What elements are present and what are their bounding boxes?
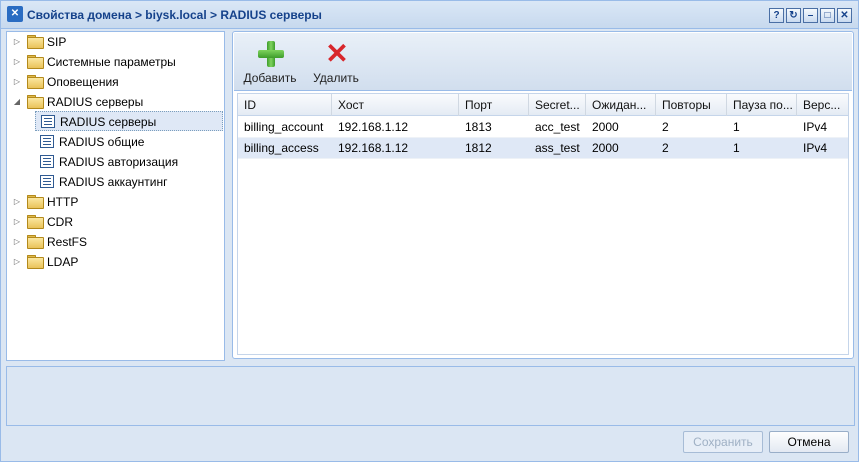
- folder-icon: [27, 75, 44, 89]
- expand-arrow-icon[interactable]: ▷: [11, 252, 23, 272]
- cell-port: 1813: [465, 120, 492, 134]
- tree-item-restfs[interactable]: ▷ RestFS: [11, 232, 221, 252]
- tree-item-label: RADIUS общие: [59, 135, 145, 149]
- cell-id: billing_access: [244, 141, 319, 155]
- tree-item-label: RADIUS аккаунтинг: [59, 175, 168, 189]
- column-header-port[interactable]: Порт: [459, 94, 529, 116]
- column-header-host[interactable]: Хост: [332, 94, 459, 116]
- expand-arrow-icon[interactable]: ▷: [11, 212, 23, 232]
- tree-item-label: RADIUS серверы: [47, 95, 144, 109]
- tree-item-http[interactable]: ▷ HTTP: [11, 192, 221, 212]
- cell-retries: 2: [662, 141, 669, 155]
- window-title: Свойства домена > biysk.local > RADIUS с…: [27, 8, 322, 22]
- cell-secret: acc_test: [535, 120, 580, 134]
- folder-icon: [27, 215, 44, 229]
- cell-retries: 2: [662, 120, 669, 134]
- save-button[interactable]: Сохранить: [683, 431, 763, 453]
- app-icon: ✕: [7, 6, 23, 22]
- expand-arrow-icon[interactable]: ▷: [11, 232, 23, 252]
- settings-page-icon: [40, 155, 54, 168]
- tree-item-label: SIP: [47, 35, 67, 49]
- tree-item-label: Оповещения: [47, 75, 119, 89]
- expand-arrow-icon[interactable]: ▷: [11, 52, 23, 72]
- folder-icon: [27, 255, 44, 269]
- delete-button-label: Удалить: [313, 71, 359, 85]
- cell-host: 192.168.1.12: [338, 141, 409, 155]
- settings-page-icon: [40, 135, 54, 148]
- details-panel: [6, 366, 855, 426]
- tree-item-radius-accounting[interactable]: RADIUS аккаунтинг: [35, 172, 223, 192]
- tree-item-label: RestFS: [47, 235, 88, 249]
- column-header-version[interactable]: Верс...: [797, 94, 848, 116]
- tree-item-label: RADIUS авторизация: [59, 155, 179, 169]
- column-header-pause[interactable]: Пауза по...: [727, 94, 797, 116]
- tree-item-label: LDAP: [47, 255, 79, 269]
- column-header-id[interactable]: ID: [238, 94, 332, 116]
- folder-icon: [27, 55, 44, 69]
- cell-version: IPv4: [803, 120, 828, 134]
- tree-item-label: RADIUS серверы: [60, 115, 157, 129]
- cell-secret: ass_test: [535, 141, 580, 155]
- help-icon[interactable]: ?: [769, 8, 784, 23]
- tree-item-radius-general[interactable]: RADIUS общие: [35, 132, 223, 152]
- settings-page-icon: [40, 175, 54, 188]
- tree-item-cdr[interactable]: ▷ CDR: [11, 212, 221, 232]
- expand-arrow-icon[interactable]: ▷: [11, 72, 23, 92]
- column-header-timeout[interactable]: Ожидан...: [586, 94, 656, 116]
- tree-item-label: CDR: [47, 215, 73, 229]
- cell-pause: 1: [733, 120, 740, 134]
- cell-port: 1812: [465, 141, 492, 155]
- tree-item-ldap[interactable]: ▷ LDAP: [11, 252, 221, 272]
- add-button-label: Добавить: [243, 71, 297, 85]
- domain-properties-window: ✕ Свойства домена > biysk.local > RADIUS…: [0, 0, 859, 462]
- cell-pause: 1: [733, 141, 740, 155]
- expand-arrow-icon[interactable]: ▷: [11, 32, 23, 52]
- plus-icon: [258, 41, 284, 67]
- cell-timeout: 2000: [592, 120, 619, 134]
- delete-button[interactable]: ✕ Удалить: [306, 39, 366, 89]
- folder-icon: [27, 35, 44, 49]
- refresh-icon[interactable]: ↻: [786, 8, 801, 23]
- tree-item-radius-auth[interactable]: RADIUS авторизация: [35, 152, 223, 172]
- settings-page-icon: [41, 115, 55, 128]
- tree-item-sip[interactable]: ▷ SIP: [11, 32, 221, 52]
- cell-timeout: 2000: [592, 141, 619, 155]
- minimize-icon[interactable]: –: [803, 8, 818, 23]
- servers-grid: ID Хост Порт Secret... Ожидан... Повторы…: [237, 93, 849, 355]
- tree-item-label: HTTP: [47, 195, 79, 209]
- tree-item-radius-servers[interactable]: RADIUS серверы: [35, 111, 223, 131]
- collapse-arrow-icon[interactable]: ◢: [11, 92, 23, 112]
- column-header-retries[interactable]: Повторы: [656, 94, 727, 116]
- tree-item-radius-folder[interactable]: ◢ RADIUS серверы: [11, 92, 221, 112]
- toolbar: Добавить ✕ Удалить: [234, 33, 852, 91]
- window-titlebar[interactable]: ✕ Свойства домена > biysk.local > RADIUS…: [1, 1, 858, 29]
- open-folder-icon: [27, 95, 44, 109]
- folder-icon: [27, 235, 44, 249]
- tree-item-system-params[interactable]: ▷ Системные параметры: [11, 52, 221, 72]
- expand-arrow-icon[interactable]: ▷: [11, 192, 23, 212]
- cell-id: billing_account: [244, 120, 324, 134]
- cell-host: 192.168.1.12: [338, 120, 409, 134]
- cell-version: IPv4: [803, 141, 828, 155]
- add-button[interactable]: Добавить: [240, 39, 300, 89]
- window-controls: ? ↻ – □ ✕: [769, 8, 852, 23]
- grid-header: ID Хост Порт Secret... Ожидан... Повторы…: [238, 94, 848, 116]
- table-row-selected[interactable]: billing_access 192.168.1.12 1812 ass_tes…: [238, 138, 848, 159]
- tree-item-notifications[interactable]: ▷ Оповещения: [11, 72, 221, 92]
- cancel-button[interactable]: Отмена: [769, 431, 849, 453]
- folder-icon: [27, 195, 44, 209]
- delete-icon: ✕: [325, 38, 349, 69]
- tree-item-label: Системные параметры: [47, 55, 176, 69]
- table-row[interactable]: billing_account 192.168.1.12 1813 acc_te…: [238, 117, 848, 138]
- column-header-secret[interactable]: Secret...: [529, 94, 586, 116]
- maximize-icon[interactable]: □: [820, 8, 835, 23]
- radius-servers-panel: Добавить ✕ Удалить ID Хост Порт Secret..…: [232, 31, 854, 359]
- settings-tree: ▷ SIP ▷ Системные параметры ▷ Оповещения…: [6, 31, 225, 361]
- close-icon[interactable]: ✕: [837, 8, 852, 23]
